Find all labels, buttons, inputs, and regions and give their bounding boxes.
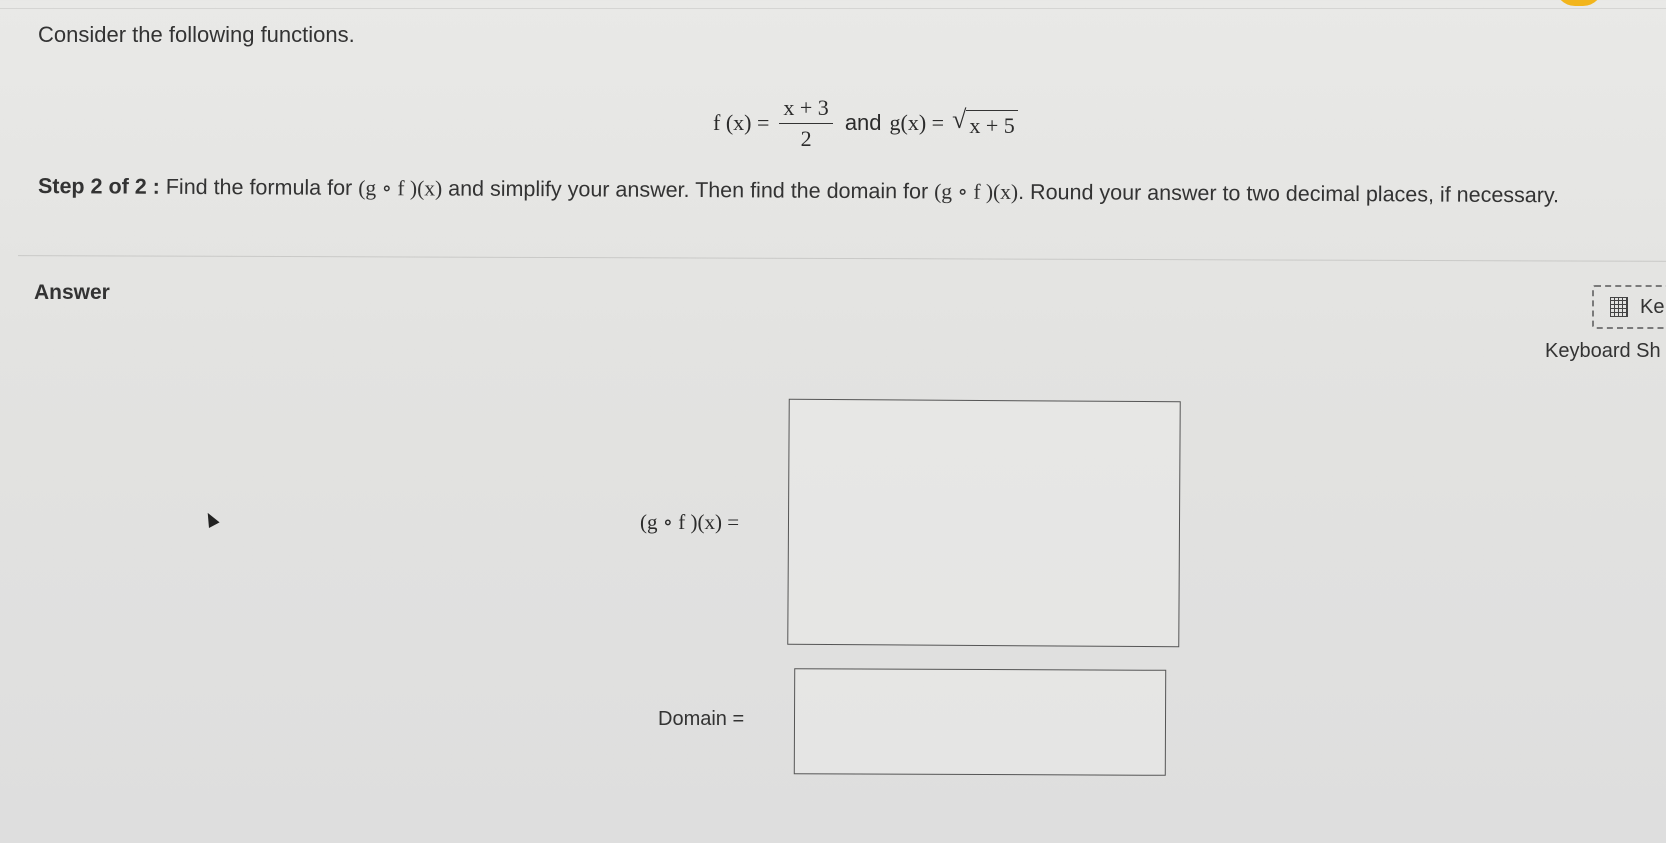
mouse-cursor-icon <box>202 510 220 528</box>
f-denominator: 2 <box>800 125 812 151</box>
gf-answer-input[interactable] <box>787 398 1181 648</box>
domain-label: Domain = <box>658 708 745 730</box>
answer-heading: Answer <box>34 281 110 304</box>
step-text-1: Find the formula for <box>159 174 359 200</box>
keyboard-button-label: Ke <box>1640 295 1665 318</box>
keyboard-shortcuts-link[interactable]: Keyboard Sh <box>1545 340 1661 363</box>
step-label: Step 2 of 2 : <box>37 174 160 199</box>
g-lhs: g(x) = <box>889 110 945 135</box>
sqrt-expression: √ x + 5 <box>952 107 1018 139</box>
step-text-3: . Round your answer to two decimal place… <box>1018 179 1560 208</box>
f-numerator: x + 3 <box>779 95 833 124</box>
step-text-2: and simplify your answer. Then find the … <box>442 176 935 204</box>
f-lhs: f (x) = <box>713 110 770 135</box>
status-indicator[interactable] <box>1555 0 1603 6</box>
calculator-icon <box>1610 297 1628 317</box>
and-text: and <box>844 110 882 135</box>
f-fraction: x + 3 2 <box>779 95 833 152</box>
gf-answer-label: (g ∘ f )(x) = <box>640 510 740 534</box>
step-instructions: Step 2 of 2 : Find the formula for (g ∘ … <box>38 174 1559 208</box>
domain-input[interactable] <box>793 668 1167 776</box>
question-prompt: Consider the following functions. <box>38 22 355 47</box>
g-radicand: x + 5 <box>966 110 1018 139</box>
section-divider <box>18 255 1666 262</box>
gf-expression-2: (g ∘ f )(x) <box>934 179 1019 204</box>
radical-sign-icon: √ <box>952 105 967 134</box>
top-divider <box>0 8 1666 9</box>
gf-expression-1: (g ∘ f )(x) <box>358 175 443 201</box>
function-definitions: f (x) = x + 3 2 and g(x) = √ x + 5 <box>713 88 1018 158</box>
keyboard-button[interactable]: Ke <box>1592 285 1666 329</box>
